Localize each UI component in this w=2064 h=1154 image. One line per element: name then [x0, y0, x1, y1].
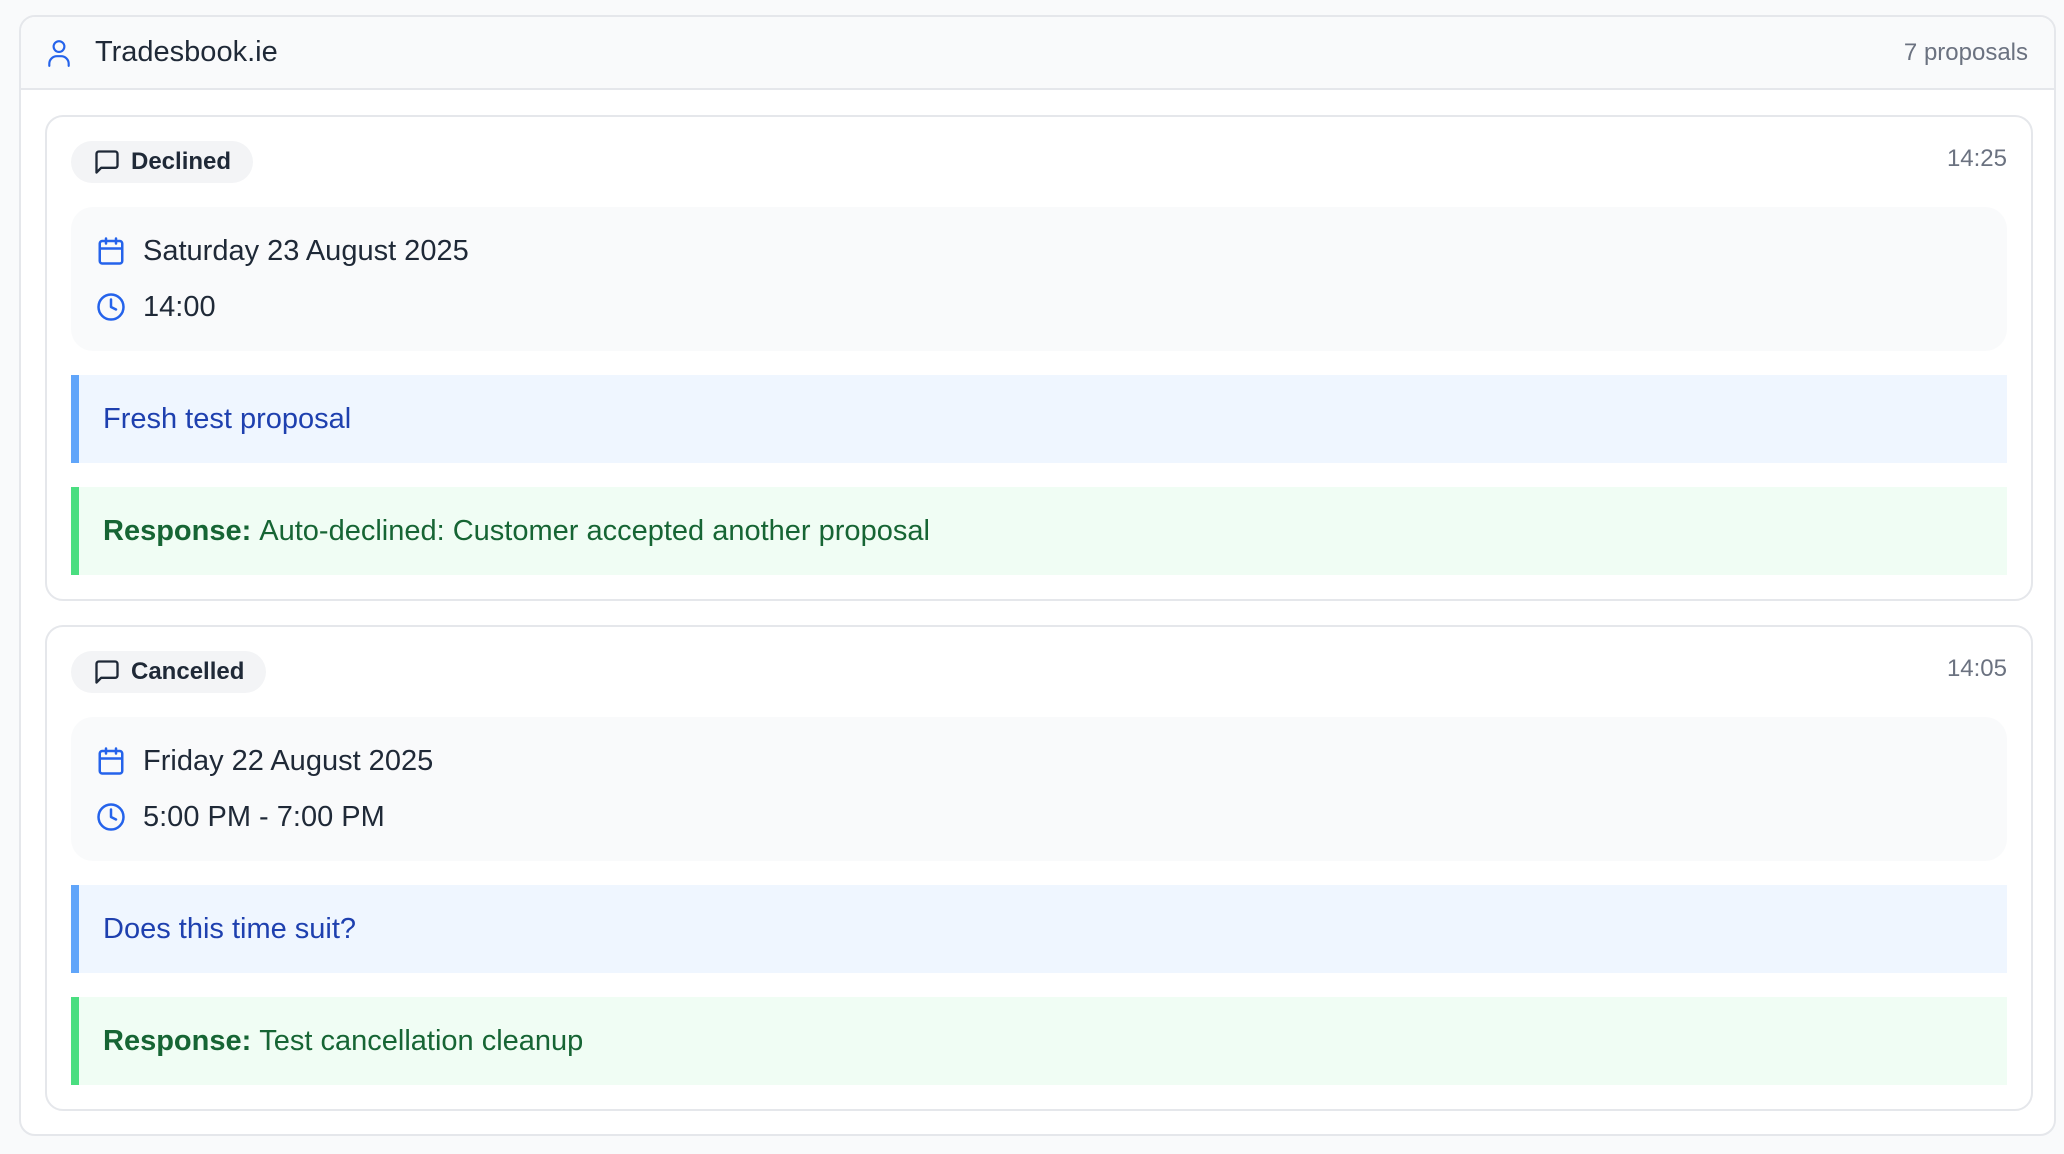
message-bubble-icon [93, 658, 121, 686]
response-text: Auto-declined: Customer accepted another… [259, 514, 930, 547]
proposal-date: Friday 22 August 2025 [143, 744, 434, 777]
schedule-box: Friday 22 August 2025 5:00 PM - 7:00 PM [71, 717, 2007, 861]
proposal-time: 5:00 PM - 7:00 PM [143, 800, 385, 833]
date-row: Friday 22 August 2025 [95, 741, 1983, 781]
proposal-card[interactable]: Cancelled 14:05 Friday 22 August 2025 5:… [45, 625, 2033, 1111]
user-icon [45, 38, 73, 68]
status-badge: Declined [71, 141, 254, 183]
response-label: Response: [103, 1024, 252, 1057]
status-label: Declined [131, 148, 232, 175]
time-row: 5:00 PM - 7:00 PM [95, 797, 1983, 837]
calendar-icon [95, 745, 127, 777]
proposal-message: Fresh test proposal [71, 375, 2007, 463]
proposal-card[interactable]: Declined 14:25 Saturday 23 August 2025 1… [45, 115, 2033, 601]
status-badge: Cancelled [71, 651, 267, 693]
clock-icon [95, 291, 127, 323]
date-row: Saturday 23 August 2025 [95, 231, 1983, 271]
proposal-time: 14:00 [143, 290, 216, 323]
proposal-message: Does this time suit? [71, 885, 2007, 973]
sent-time: 14:25 [1946, 145, 2007, 172]
message-bubble-icon [93, 148, 121, 176]
status-label: Cancelled [131, 658, 245, 685]
response-box: Response: Test cancellation cleanup [71, 997, 2007, 1085]
sent-time: 14:05 [1946, 655, 2007, 682]
panel-header: Tradesbook.ie 7 proposals [21, 17, 2054, 90]
proposals-panel: Tradesbook.ie 7 proposals Declined 14:25 [19, 15, 2056, 1136]
time-row: 14:00 [95, 287, 1983, 327]
proposal-count: 7 proposals [1903, 38, 2028, 66]
clock-icon [95, 801, 127, 833]
proposal-date: Saturday 23 August 2025 [143, 234, 469, 267]
schedule-box: Saturday 23 August 2025 14:00 [71, 207, 2007, 351]
response-text: Test cancellation cleanup [259, 1024, 584, 1057]
company-name: Tradesbook.ie [95, 36, 278, 68]
response-box: Response: Auto-declined: Customer accept… [71, 487, 2007, 575]
calendar-icon [95, 235, 127, 267]
proposal-list: Declined 14:25 Saturday 23 August 2025 1… [21, 90, 2054, 1111]
response-label: Response: [103, 514, 252, 547]
